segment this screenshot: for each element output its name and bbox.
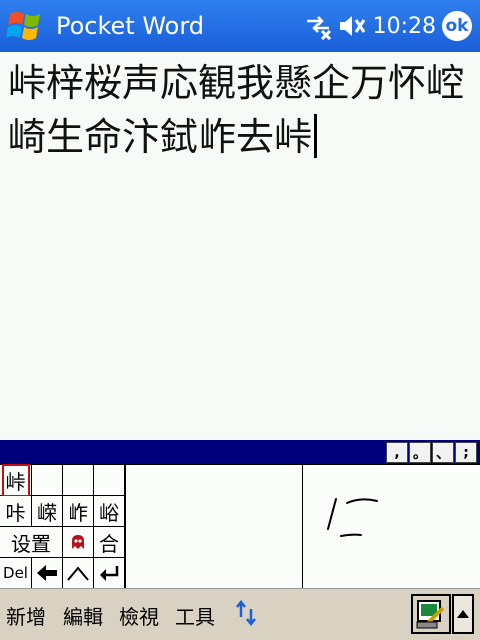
ok-button[interactable]: ok (442, 11, 472, 41)
volume-icon[interactable] (335, 0, 369, 52)
punct-enumeration-comma-button[interactable]: 、 (432, 442, 454, 463)
candidate[interactable]: 峪 (94, 496, 125, 527)
delete-button[interactable]: Del (0, 558, 32, 589)
menu-new[interactable]: 新增 (6, 601, 46, 630)
clock[interactable]: 10:28 (373, 14, 436, 39)
menu-bar: 新增 編輯 檢視 工具 (0, 588, 480, 640)
handwriting-input-panel: 峠 咔 嵘 岞 峪 设置 合 Del (0, 463, 480, 589)
document-text[interactable]: 峠梓桜声応観我懸企万怀崆崎生命汴鉽岞去峠 (8, 61, 464, 159)
candidate[interactable]: 岞 (63, 496, 94, 527)
input-panel-button[interactable] (411, 594, 451, 634)
candidate-empty[interactable] (94, 465, 125, 496)
triangle-up-icon (457, 610, 469, 618)
pocket-word-screen: Pocket Word 10:28 ok 峠梓桜声応観我懸企万怀崆崎生命汴鉽岞去… (0, 0, 480, 640)
candidate-empty[interactable] (63, 465, 94, 496)
keyboard-pen-icon (416, 600, 445, 629)
app-title: Pocket Word (56, 12, 205, 40)
windows-start-icon (6, 12, 40, 40)
writing-box-left[interactable] (126, 465, 303, 589)
left-arrow-icon (37, 565, 57, 581)
writing-box-right[interactable] (303, 465, 480, 589)
candidate[interactable]: 嵘 (32, 496, 63, 527)
ghost-icon (72, 535, 84, 549)
sync-arrows-button[interactable] (234, 599, 258, 631)
text-cursor (314, 114, 318, 158)
system-tray: 10:28 ok (301, 0, 480, 52)
menu-tools[interactable]: 工具 (175, 601, 215, 630)
caret-up-icon (67, 566, 89, 581)
document-area[interactable]: 峠梓桜声応観我懸企万怀崆崎生命汴鉽岞去峠 (0, 52, 480, 440)
punct-period-button[interactable]: 。 (409, 442, 431, 463)
start-button[interactable] (0, 0, 52, 52)
space-button[interactable] (63, 558, 94, 589)
connectivity-icon[interactable] (301, 0, 335, 52)
punct-semicolon-button[interactable]: ; (455, 442, 477, 463)
enter-button[interactable] (94, 558, 125, 589)
candidate-label: 峠 (1, 463, 30, 497)
enter-icon (100, 566, 119, 581)
settings-button[interactable]: 设置 (0, 527, 63, 558)
candidate-selected[interactable]: 峠 (0, 463, 32, 497)
candidate[interactable]: 合 (94, 527, 125, 558)
title-bar: Pocket Word 10:28 ok (0, 0, 480, 52)
menu-edit[interactable]: 編輯 (63, 601, 103, 630)
candidate-empty[interactable] (32, 465, 63, 496)
punct-comma-button[interactable]: , (386, 442, 408, 463)
candidate[interactable]: 咔 (0, 496, 32, 527)
input-method-menu-button[interactable] (452, 594, 474, 634)
ghost-icon-button[interactable] (63, 527, 94, 558)
backspace-button[interactable] (32, 558, 63, 589)
menu-view[interactable]: 檢視 (119, 601, 159, 630)
ink-strokes (327, 498, 378, 537)
input-panel-bar: , 。 、 ; (0, 440, 480, 464)
up-down-arrows-icon (236, 599, 256, 627)
candidate-grid: 峠 咔 嵘 岞 峪 设置 合 Del (0, 463, 126, 589)
